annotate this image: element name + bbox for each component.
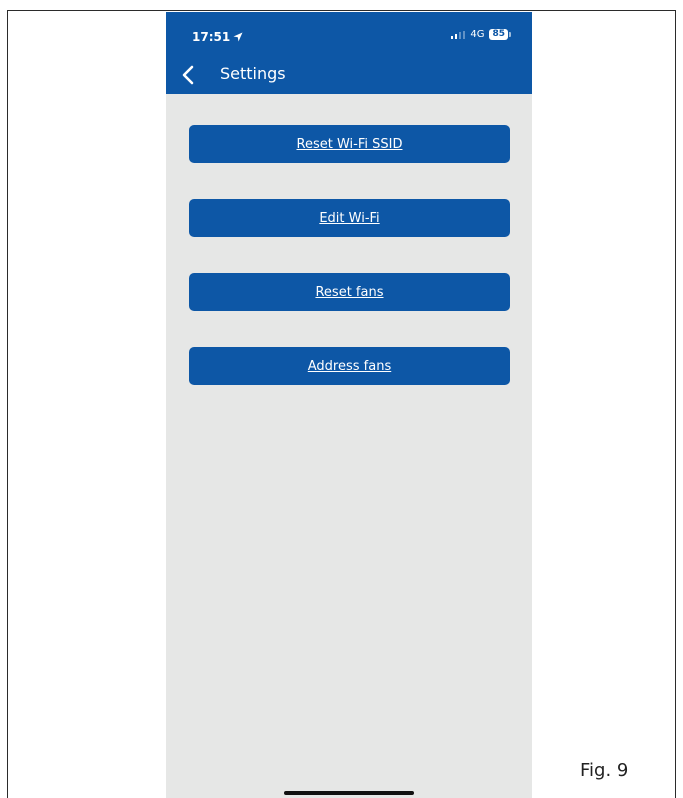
phone-screen: 17:51 4G 85 Settings Reset Wi-Fi SSID Ed… bbox=[166, 12, 532, 798]
location-arrow-icon bbox=[233, 32, 243, 42]
figure-caption: Fig. 9 bbox=[580, 760, 629, 781]
battery-icon: 85 bbox=[489, 29, 511, 40]
page-title: Settings bbox=[220, 64, 286, 83]
status-time-text: 17:51 bbox=[192, 30, 231, 44]
signal-icon bbox=[451, 30, 466, 39]
reset-fans-button[interactable]: Reset fans bbox=[189, 273, 510, 311]
home-indicator bbox=[284, 791, 414, 795]
app-header: 17:51 4G 85 Settings bbox=[166, 12, 532, 94]
status-indicators: 4G 85 bbox=[451, 29, 511, 40]
address-fans-button[interactable]: Address fans bbox=[189, 347, 510, 385]
network-label: 4G bbox=[470, 29, 485, 40]
status-time: 17:51 bbox=[192, 30, 243, 44]
edit-wifi-button[interactable]: Edit Wi-Fi bbox=[189, 199, 510, 237]
chevron-left-icon[interactable] bbox=[180, 64, 198, 86]
reset-wifi-ssid-button[interactable]: Reset Wi-Fi SSID bbox=[189, 125, 510, 163]
